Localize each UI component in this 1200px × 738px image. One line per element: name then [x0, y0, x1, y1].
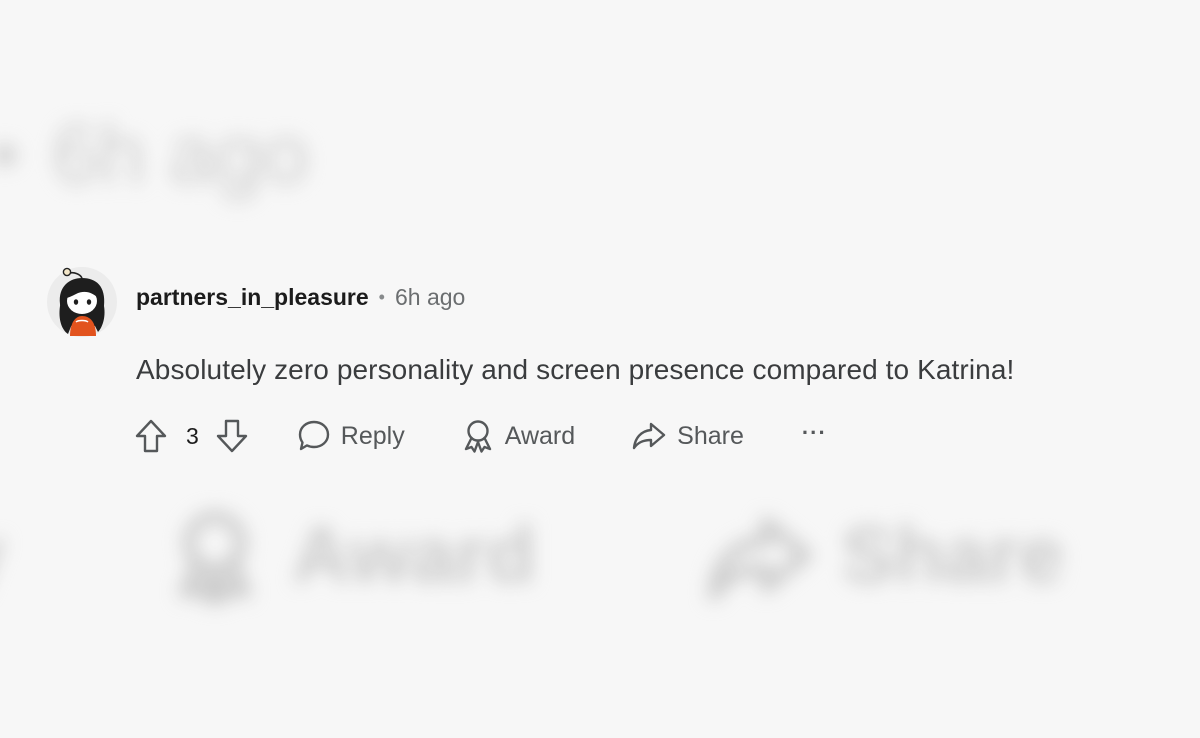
- upvote-arrow-icon[interactable]: [134, 418, 168, 454]
- background-award-icon: [178, 511, 251, 605]
- background-share-icon: [707, 517, 812, 601]
- background-blurred-timestamp: 6h ago: [0, 106, 309, 203]
- vote-count: 3: [186, 422, 199, 449]
- background-share-text: Share: [841, 510, 1064, 599]
- meta-separator: •: [378, 287, 385, 307]
- reply-button[interactable]: Reply: [297, 419, 405, 453]
- share-button[interactable]: Share: [631, 419, 744, 453]
- background-blurred-actions: y Award Share: [0, 505, 1064, 605]
- more-options-button[interactable]: ···: [802, 420, 827, 446]
- ellipsis-icon: ···: [801, 420, 827, 445]
- award-label: Award: [504, 421, 576, 450]
- background-award-text: Award: [292, 510, 536, 599]
- background-dot: [0, 143, 16, 166]
- speech-bubble-icon: [298, 420, 329, 451]
- vote-group: 3: [134, 418, 249, 454]
- background-time-text: 6h ago: [52, 107, 309, 201]
- username-link[interactable]: partners_in_pleasure: [136, 284, 369, 311]
- background-reply-fragment: y: [0, 509, 5, 601]
- downvote-arrow-icon[interactable]: [215, 418, 249, 454]
- reply-label: Reply: [340, 421, 405, 450]
- award-button[interactable]: Award: [461, 418, 575, 454]
- share-label: Share: [677, 421, 744, 450]
- comment-body: Absolutely zero personality and screen p…: [136, 354, 1015, 385]
- avatar[interactable]: [46, 264, 118, 338]
- comment-timestamp[interactable]: 6h ago: [395, 284, 465, 311]
- comment-header: partners_in_pleasure • 6h ago: [136, 284, 465, 311]
- award-ribbon-icon: [464, 420, 491, 453]
- comment-actions: 3 Reply Award Share ···: [134, 414, 827, 458]
- share-arrow-icon: [632, 422, 666, 450]
